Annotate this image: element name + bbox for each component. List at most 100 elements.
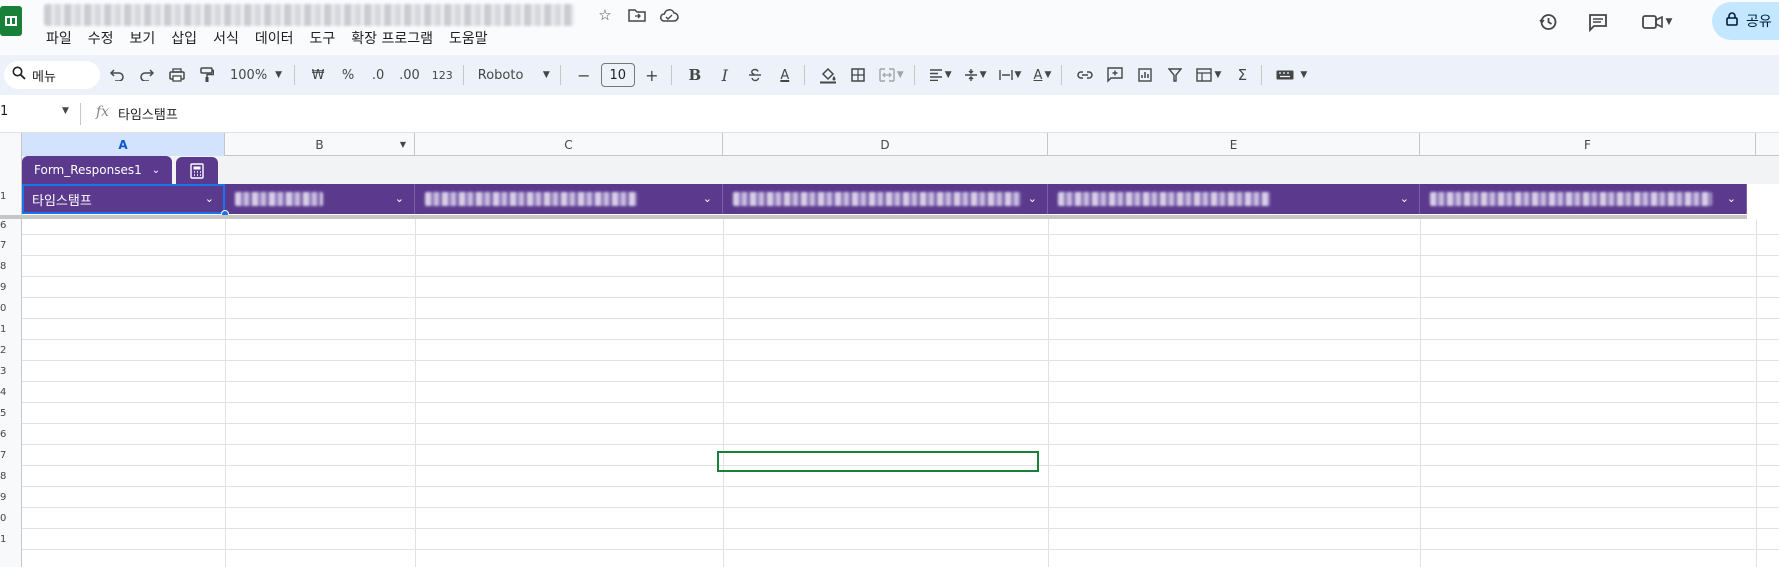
column-header-d[interactable]: D	[723, 133, 1048, 156]
vertical-align-icon[interactable]: ▼	[960, 61, 991, 89]
percent-format-button[interactable]: %	[335, 61, 361, 89]
row-number[interactable]: 9	[0, 492, 22, 503]
filter-views-icon[interactable]: ▼	[1192, 61, 1225, 89]
font-caret-icon: ▼	[542, 70, 550, 80]
text-rotation-icon[interactable]: A ▼	[1029, 61, 1055, 89]
input-tools-icon[interactable]: ▼	[1272, 61, 1311, 89]
redo-icon[interactable]	[134, 61, 160, 89]
horizontal-align-icon[interactable]: ▼	[925, 61, 956, 89]
grid-line	[22, 339, 1779, 340]
menu-tools[interactable]: 도구	[301, 26, 343, 50]
row-number[interactable]: 5	[0, 408, 22, 419]
row-number[interactable]: 1	[0, 534, 22, 545]
row-number[interactable]: 0	[0, 513, 22, 524]
menu-help[interactable]: 도움말	[441, 26, 496, 50]
header-cell-c[interactable]: ⌄	[415, 184, 723, 214]
star-icon[interactable]: ☆	[594, 4, 616, 26]
paint-format-icon[interactable]	[194, 61, 220, 89]
row-number[interactable]: 6	[0, 220, 22, 231]
row-number[interactable]: 4	[0, 387, 22, 398]
increase-decimal-button[interactable]: .00	[395, 61, 424, 89]
column-dropdown-icon[interactable]: ⌄	[205, 192, 214, 205]
header-cell-d[interactable]: ⌄	[723, 184, 1048, 214]
column-header-c[interactable]: C	[415, 133, 723, 156]
text-color-button[interactable]: A	[772, 61, 798, 89]
column-header-f[interactable]: F	[1420, 133, 1756, 156]
column-header-b-label: B	[315, 137, 324, 152]
bold-button[interactable]: B	[682, 61, 708, 89]
column-header-b[interactable]: B ▼	[225, 133, 415, 156]
header-cell-b[interactable]: ⌄	[225, 184, 415, 214]
borders-icon[interactable]	[845, 61, 871, 89]
filter-icon[interactable]	[1162, 61, 1188, 89]
header-cell-a[interactable]: 타임스탬프 ⌄	[22, 184, 225, 214]
menu-view[interactable]: 보기	[122, 26, 164, 50]
table-calculator-icon[interactable]	[176, 157, 218, 184]
row-number[interactable]: 9	[0, 282, 22, 293]
menu-format[interactable]: 서식	[205, 26, 247, 50]
name-box-caret-icon[interactable]: ▼	[62, 106, 69, 116]
decrease-font-size-button[interactable]: −	[571, 61, 597, 89]
font-size-input[interactable]: 10	[600, 63, 635, 87]
menu-file[interactable]: 파일	[38, 26, 80, 50]
table-menu-chevron-icon[interactable]: ⌄	[152, 165, 160, 176]
column-b-caret-icon[interactable]: ▼	[400, 140, 406, 149]
move-to-folder-icon[interactable]	[626, 4, 648, 26]
column-dropdown-icon[interactable]: ⌄	[703, 192, 712, 205]
menu-insert[interactable]: 삽입	[163, 26, 205, 50]
increase-font-size-button[interactable]: +	[639, 61, 665, 89]
zoom-select[interactable]: 100% ▼	[224, 61, 288, 89]
row-number[interactable]: 7	[0, 240, 22, 251]
print-icon[interactable]	[164, 61, 190, 89]
sheets-logo-icon[interactable]	[0, 6, 22, 36]
row-number[interactable]: 8	[0, 261, 22, 272]
row-number[interactable]: 0	[0, 303, 22, 314]
row-number[interactable]: 1	[0, 324, 22, 335]
row-number[interactable]: 8	[0, 471, 22, 482]
history-icon[interactable]	[1532, 6, 1564, 38]
row-number[interactable]: 1	[0, 191, 22, 202]
row-number[interactable]: 6	[0, 429, 22, 440]
undo-icon[interactable]	[104, 61, 130, 89]
column-header-e[interactable]: E	[1048, 133, 1420, 156]
more-formats-button[interactable]: 123	[428, 61, 457, 89]
frozen-rows-divider[interactable]	[0, 215, 1747, 219]
header-cell-e[interactable]: ⌄	[1048, 184, 1420, 214]
functions-button[interactable]: Σ	[1229, 61, 1255, 89]
font-family-select[interactable]: Roboto ▼	[474, 61, 554, 89]
grid-line	[22, 276, 1779, 277]
row-number[interactable]: 7	[0, 450, 22, 461]
header-cell-f[interactable]: ⌄	[1420, 184, 1747, 214]
formula-input[interactable]: 타임스탬프	[118, 104, 178, 123]
merge-cells-icon[interactable]: ▼	[875, 61, 908, 89]
menu-data[interactable]: 데이터	[247, 26, 302, 50]
decrease-decimal-button[interactable]: .0	[365, 61, 391, 89]
fill-color-icon[interactable]	[815, 61, 841, 89]
active-cell[interactable]	[717, 451, 1039, 472]
document-title[interactable]	[44, 4, 574, 26]
currency-format-button[interactable]: ₩	[305, 61, 331, 89]
spreadsheet-grid[interactable]: A B ▼ C D E F Form_Responses1 ⌄ 타임스탬프 ⌄ …	[0, 133, 1779, 567]
strikethrough-icon[interactable]	[742, 61, 768, 89]
grid-line	[723, 219, 724, 567]
column-dropdown-icon[interactable]: ⌄	[1400, 192, 1409, 205]
insert-link-icon[interactable]	[1072, 61, 1098, 89]
row-number[interactable]: 3	[0, 366, 22, 377]
menu-edit[interactable]: 수정	[80, 26, 122, 50]
table-name-tab[interactable]: Form_Responses1 ⌄	[22, 156, 172, 184]
meet-icon[interactable]: ▼	[1632, 6, 1682, 38]
italic-button[interactable]: I	[712, 61, 738, 89]
comments-icon[interactable]	[1582, 6, 1614, 38]
column-dropdown-icon[interactable]: ⌄	[395, 192, 404, 205]
cloud-saved-icon[interactable]	[658, 4, 680, 26]
column-header-a[interactable]: A	[22, 133, 225, 156]
text-wrapping-icon[interactable]: ▼	[995, 61, 1026, 89]
menu-extensions[interactable]: 확장 프로그램	[343, 26, 441, 50]
row-number[interactable]: 2	[0, 345, 22, 356]
share-button[interactable]: 공유	[1712, 2, 1779, 40]
column-dropdown-icon[interactable]: ⌄	[1727, 192, 1736, 205]
column-dropdown-icon[interactable]: ⌄	[1028, 192, 1037, 205]
search-menus[interactable]: 메뉴	[4, 61, 100, 89]
insert-comment-icon[interactable]	[1102, 61, 1128, 89]
insert-chart-icon[interactable]	[1132, 61, 1158, 89]
